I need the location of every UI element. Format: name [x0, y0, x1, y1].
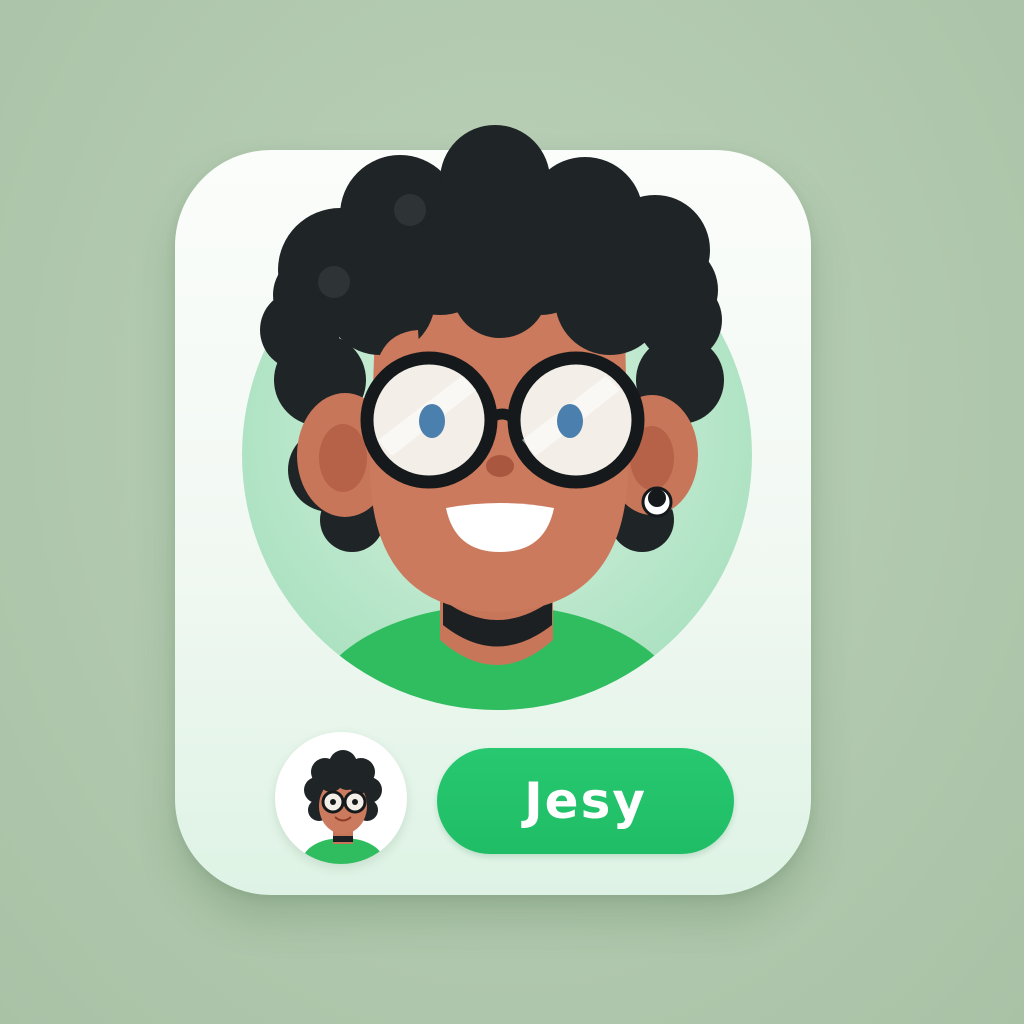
profile-footer: Jesy — [275, 732, 745, 864]
name-button[interactable]: Jesy — [437, 748, 734, 854]
person-avatar-thumbnail-icon — [303, 750, 383, 864]
avatar-thumbnail-button[interactable] — [275, 732, 407, 864]
